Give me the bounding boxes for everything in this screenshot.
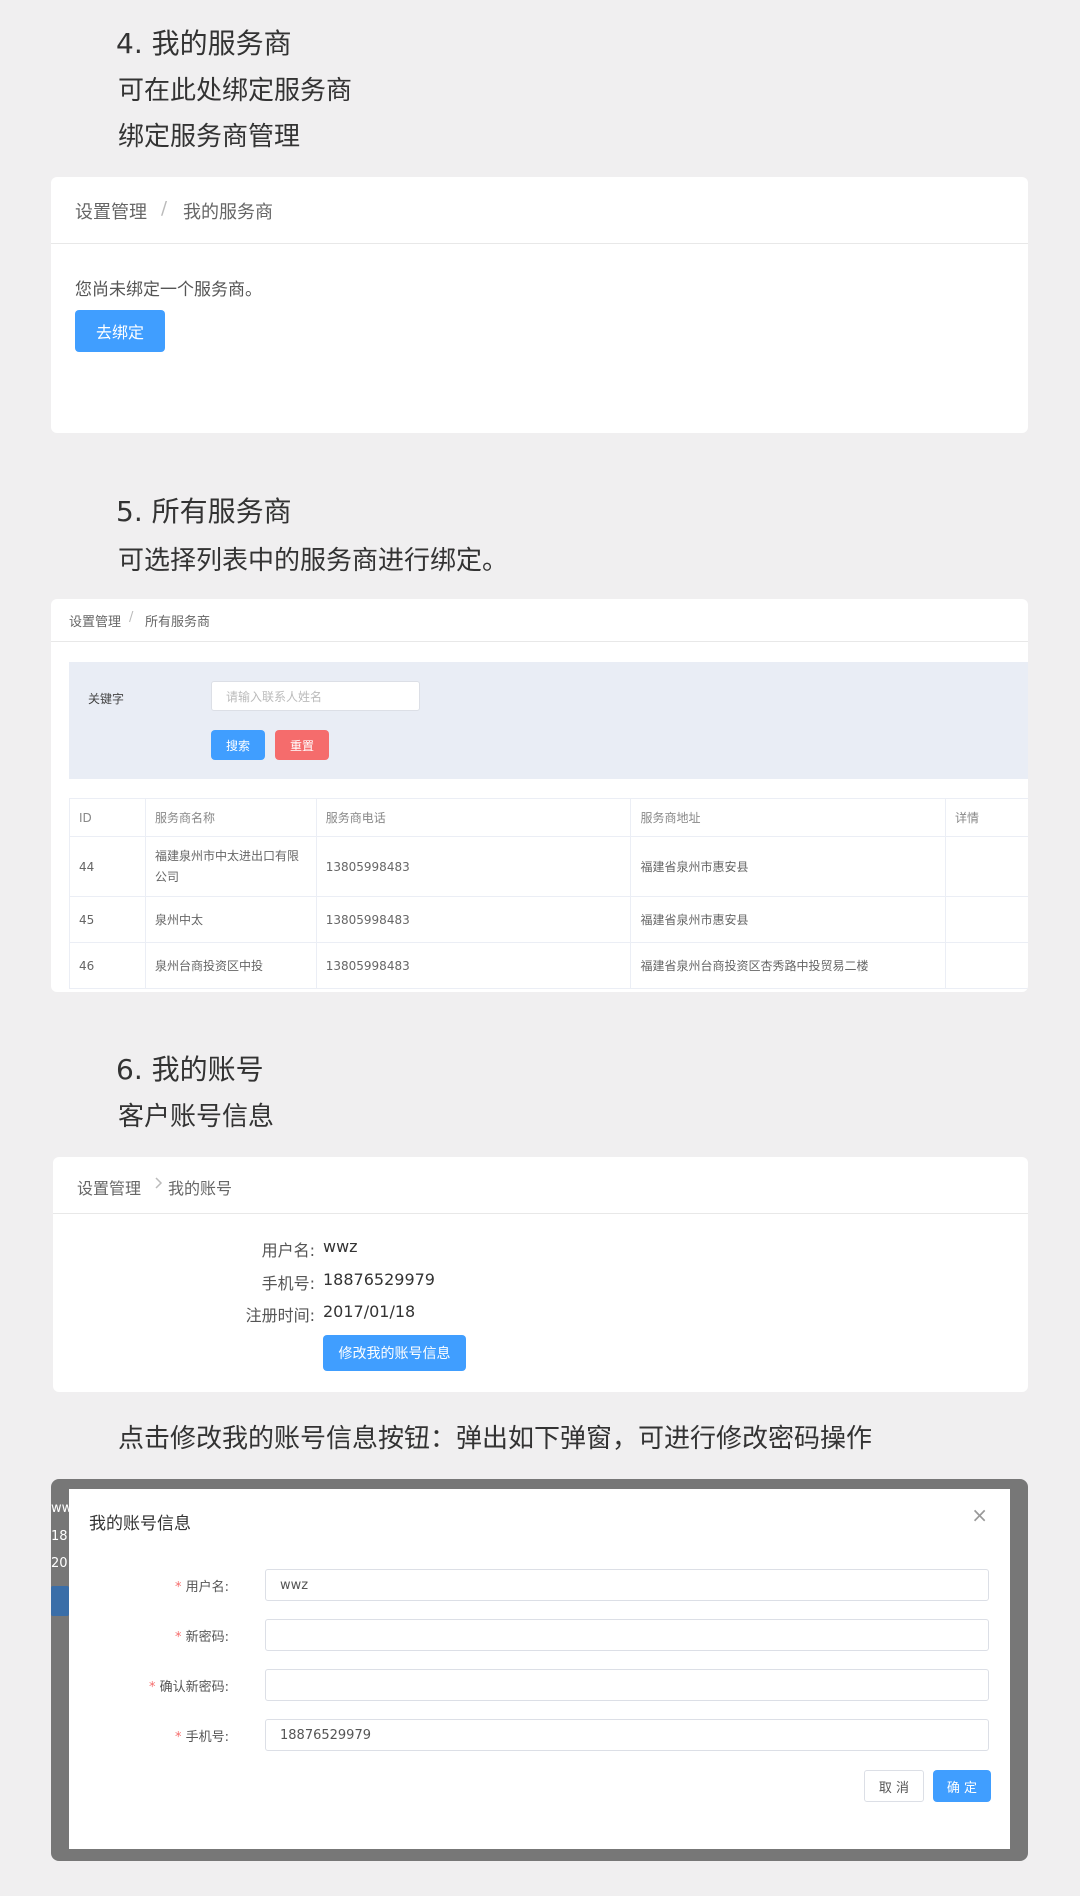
column-header: 服务商名称 <box>144 798 317 837</box>
cell-phone: 13805998483 <box>315 836 632 897</box>
edit-account-button[interactable]: 修改我的账号信息 <box>323 1335 466 1371</box>
username-value: wwz <box>323 1237 358 1256</box>
breadcrumb: 设置管理 / 所有服务商 <box>51 599 1028 642</box>
register-time-value: 2017/01/18 <box>323 1302 416 1321</box>
cell-phone: 13805998483 <box>315 896 632 943</box>
breadcrumb-current: 所有服务商 <box>145 615 211 630</box>
search-filter-panel: 关键字 请输入联系人姓名 搜索 重置 <box>69 662 1028 779</box>
breadcrumb-current: 我的账号 <box>168 1179 233 1198</box>
cell-phone: 13805998483 <box>315 942 632 989</box>
bind-provider-button[interactable]: 去绑定 <box>75 310 165 352</box>
cell-detail[interactable] <box>945 896 1028 943</box>
cell-id: 44 <box>69 836 146 897</box>
breadcrumb-root[interactable]: 设置管理 <box>69 611 121 630</box>
table-row[interactable]: 45 泉州中太 13805998483 福建省泉州市惠安县 <box>69 896 1028 943</box>
all-providers-card: 设置管理 / 所有服务商 关键字 请输入联系人姓名 搜索 重置 ID 服务商名称… <box>51 599 1028 992</box>
confirm-password-label: * 确认新密码: <box>69 1676 229 1695</box>
chevron-right-icon <box>149 1173 169 1193</box>
modal-note: 点击修改我的账号信息按钮：弹出如下弹窗，可进行修改密码操作 <box>118 1424 873 1454</box>
breadcrumb-current: 我的服务商 <box>183 202 273 223</box>
new-password-label: * 新密码: <box>69 1626 229 1645</box>
reset-button[interactable]: 重置 <box>275 730 329 760</box>
background-text: 20 <box>51 1556 68 1571</box>
username-input[interactable]: wwz <box>265 1569 989 1601</box>
column-header: ID <box>69 798 146 837</box>
register-time-label: 注册时间: <box>245 1306 315 1325</box>
cell-name: 泉州台商投资区中投 <box>144 942 317 989</box>
phone-field-label: * 手机号: <box>69 1726 229 1745</box>
modal-overlay: ww 18 20 我的账号信息 × * 用户名: wwz * 新密码: * 确认… <box>51 1479 1028 1861</box>
cell-id: 45 <box>69 896 146 943</box>
section5-line1: 可选择列表中的服务商进行绑定。 <box>118 546 509 576</box>
table-header-row: ID 服务商名称 服务商电话 服务商地址 详情 <box>69 798 1028 837</box>
breadcrumb: 设置管理 / 我的服务商 <box>51 177 1028 244</box>
cell-name: 泉州中太 <box>144 896 317 943</box>
my-provider-card: 设置管理 / 我的服务商 您尚未绑定一个服务商。 去绑定 <box>51 177 1028 433</box>
new-password-input[interactable] <box>265 1619 989 1651</box>
phone-input[interactable]: 18876529979 <box>265 1719 989 1751</box>
breadcrumb-root[interactable]: 设置管理 <box>75 198 147 224</box>
search-button[interactable]: 搜索 <box>211 730 265 760</box>
breadcrumb-separator: / <box>161 198 168 219</box>
breadcrumb-root[interactable]: 设置管理 <box>77 1175 141 1199</box>
new-password-label-text: 新密码: <box>185 1630 229 1645</box>
required-mark: * <box>148 1680 156 1695</box>
close-icon[interactable]: × <box>971 1503 988 1527</box>
background-button <box>51 1586 69 1616</box>
phone-field-label-text: 手机号: <box>185 1730 229 1745</box>
section5-heading: 5. 所有服务商 <box>116 495 292 528</box>
cell-id: 46 <box>69 942 146 989</box>
required-mark: * <box>174 1630 182 1645</box>
cell-address: 福建省泉州市惠安县 <box>630 896 947 943</box>
cell-detail[interactable] <box>945 836 1028 897</box>
my-account-card: 设置管理 我的账号 用户名: wwz 手机号: 18876529979 注册时间… <box>53 1157 1028 1392</box>
cancel-button[interactable]: 取 消 <box>864 1770 924 1802</box>
confirm-password-label-text: 确认新密码: <box>159 1680 229 1695</box>
cell-address: 福建省泉州市惠安县 <box>630 836 947 897</box>
username-label: 用户名: <box>261 1241 315 1260</box>
required-mark: * <box>174 1580 182 1595</box>
username-field-label: * 用户名: <box>69 1576 229 1595</box>
table-row[interactable]: 44 福建泉州市中太进出口有限公司 13805998483 福建省泉州市惠安县 <box>69 836 1028 897</box>
background-text: 18 <box>51 1529 68 1544</box>
cell-detail[interactable] <box>945 942 1028 989</box>
dialog-title: 我的账号信息 <box>89 1514 191 1534</box>
keyword-input[interactable]: 请输入联系人姓名 <box>211 681 420 711</box>
breadcrumb-separator: / <box>129 610 134 625</box>
column-header: 详情 <box>945 798 1028 837</box>
column-header: 服务商地址 <box>630 798 947 837</box>
column-header: 服务商电话 <box>315 798 632 837</box>
username-field-label-text: 用户名: <box>185 1580 229 1595</box>
cell-address: 福建省泉州台商投资区杏秀路中投贸易二楼 <box>630 942 947 989</box>
required-mark: * <box>174 1730 182 1745</box>
section4-line1: 可在此处绑定服务商 <box>118 76 353 106</box>
phone-value: 18876529979 <box>323 1270 435 1289</box>
keyword-label: 关键字 <box>88 692 125 706</box>
account-info-dialog: 我的账号信息 × * 用户名: wwz * 新密码: * 确认新密码: * 手机… <box>69 1489 1010 1849</box>
phone-label: 手机号: <box>261 1274 315 1293</box>
no-provider-message: 您尚未绑定一个服务商。 <box>75 280 262 300</box>
section4-heading: 4. 我的服务商 <box>116 27 292 60</box>
section6-heading: 6. 我的账号 <box>116 1053 264 1086</box>
confirm-password-input[interactable] <box>265 1669 989 1701</box>
table-row[interactable]: 46 泉州台商投资区中投 13805998483 福建省泉州台商投资区杏秀路中投… <box>69 942 1028 989</box>
section6-line1: 客户账号信息 <box>118 1102 275 1132</box>
section4-line2: 绑定服务商管理 <box>118 122 301 152</box>
confirm-button[interactable]: 确 定 <box>933 1770 991 1802</box>
cell-name: 福建泉州市中太进出口有限公司 <box>144 836 317 897</box>
breadcrumb: 设置管理 我的账号 <box>53 1157 1028 1214</box>
providers-table: ID 服务商名称 服务商电话 服务商地址 详情 44 福建泉州市中太进出口有限公… <box>69 798 1028 989</box>
